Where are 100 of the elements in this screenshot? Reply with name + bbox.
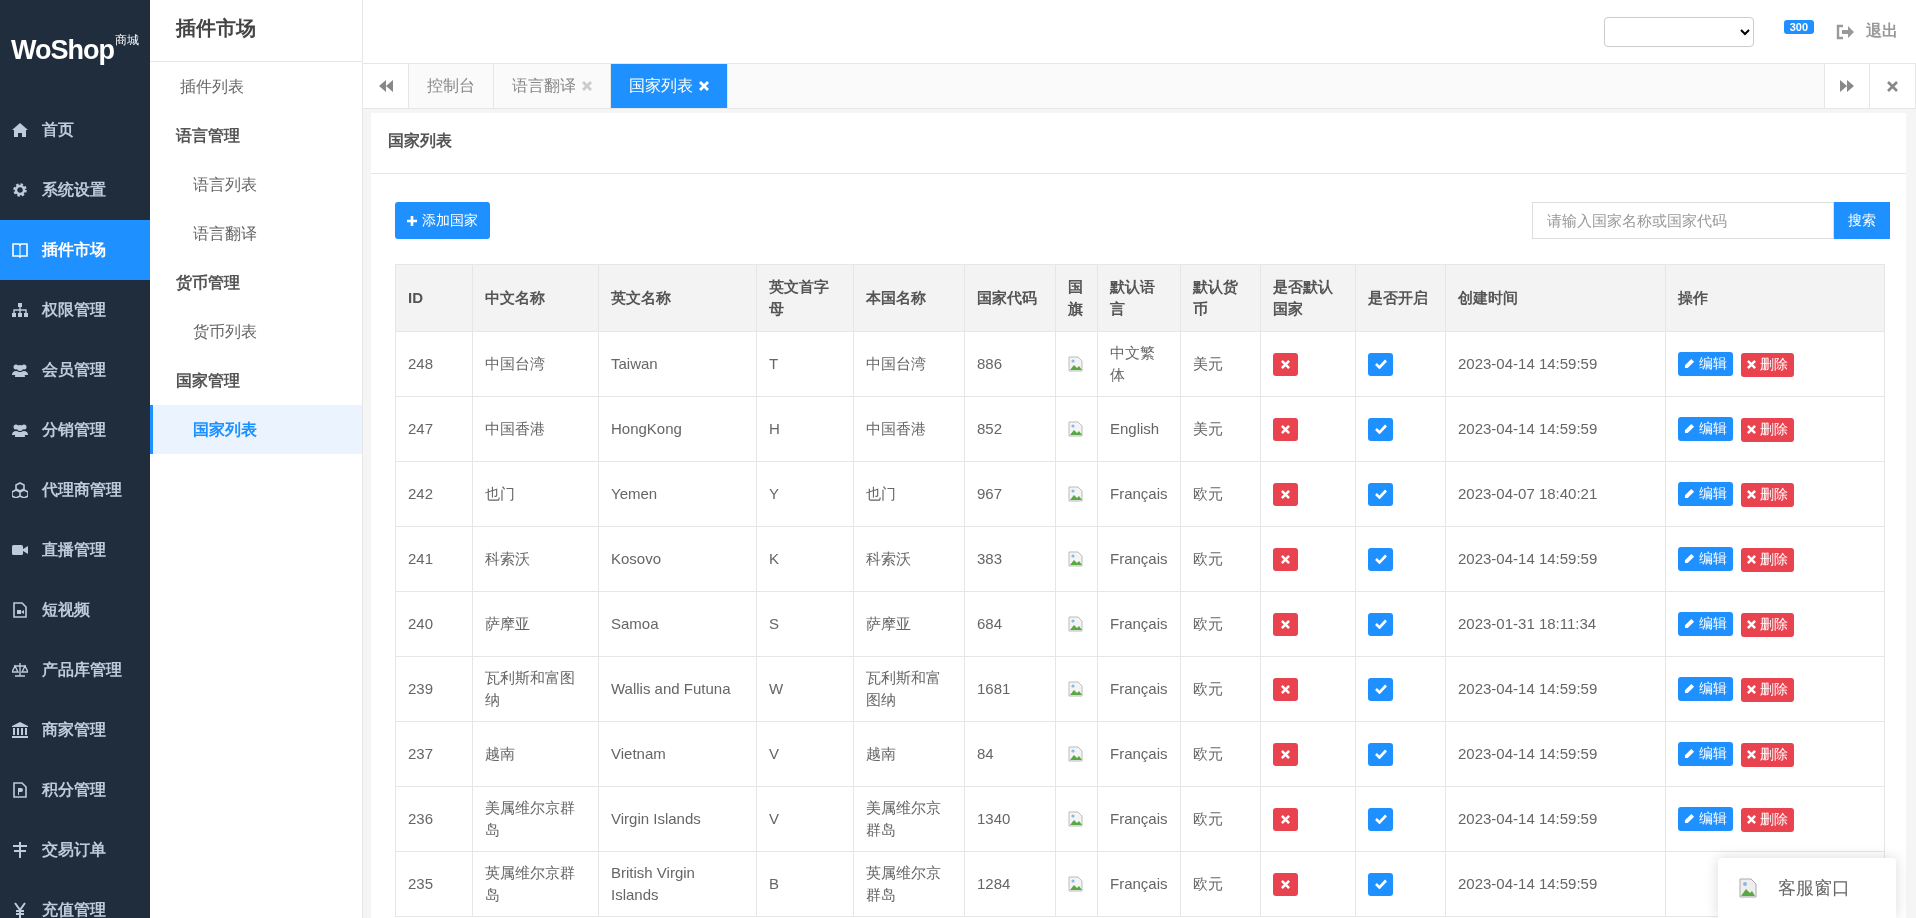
table-cell: B xyxy=(756,851,854,917)
sub-menu-item[interactable]: 语言翻译 xyxy=(150,209,362,258)
broken-image-icon xyxy=(1068,811,1084,827)
check-icon xyxy=(1374,879,1387,889)
table-cell: 2023-04-14 14:59:59 xyxy=(1445,721,1666,787)
table-cell: 欧元 xyxy=(1180,721,1261,787)
cross-toggle[interactable] xyxy=(1273,807,1298,831)
sub-menu-item[interactable]: 插件列表 xyxy=(150,62,362,111)
table-cell: 也门 xyxy=(472,461,599,527)
delete-button[interactable]: 删除 xyxy=(1741,417,1794,442)
edit-button[interactable]: 编辑 xyxy=(1678,481,1733,506)
table-cell: Français xyxy=(1097,656,1181,722)
menu-group-heading: 语言管理 xyxy=(174,126,241,146)
check-toggle[interactable] xyxy=(1368,612,1393,636)
cross-toggle[interactable] xyxy=(1273,872,1298,896)
nav-item[interactable]: 积分管理 xyxy=(0,760,150,820)
logout-link[interactable]: 退出 xyxy=(1836,21,1898,42)
table-cell: 2023-04-14 14:59:59 xyxy=(1445,331,1666,397)
table-cell: 242 xyxy=(395,461,473,527)
cross-toggle[interactable] xyxy=(1273,352,1298,376)
table-cell: 2023-04-14 14:59:59 xyxy=(1445,396,1666,462)
nav-item[interactable]: 系统设置 xyxy=(0,160,150,220)
customer-service-widget[interactable]: 客服窗口 xyxy=(1718,858,1896,918)
nav-item[interactable]: 短视频 xyxy=(0,580,150,640)
close-icon xyxy=(1747,360,1756,369)
edit-button[interactable]: 编辑 xyxy=(1678,546,1733,571)
check-toggle[interactable] xyxy=(1368,417,1393,441)
nav-item[interactable]: 代理商管理 xyxy=(0,460,150,520)
table-cell: 2023-01-31 18:11:34 xyxy=(1445,591,1666,657)
edit-button[interactable]: 编辑 xyxy=(1678,741,1733,766)
table-cell: 2023-04-07 18:40:21 xyxy=(1445,461,1666,527)
delete-button[interactable]: 删除 xyxy=(1741,352,1794,377)
home-icon xyxy=(12,122,28,138)
nav-item[interactable]: 权限管理 xyxy=(0,280,150,340)
search-button[interactable]: 搜索 xyxy=(1834,202,1890,239)
cross-toggle[interactable] xyxy=(1273,482,1298,506)
delete-button[interactable]: 删除 xyxy=(1741,677,1794,702)
document-icon xyxy=(12,782,28,798)
nav-item[interactable]: 充值管理 xyxy=(0,880,150,918)
check-toggle[interactable] xyxy=(1368,482,1393,506)
scale-icon xyxy=(12,662,28,678)
table-cell: Français xyxy=(1097,526,1181,592)
cross-toggle[interactable] xyxy=(1273,677,1298,701)
table-cell: 237 xyxy=(395,721,473,787)
users-icon xyxy=(12,422,28,438)
edit-button[interactable]: 编辑 xyxy=(1678,351,1733,376)
cross-toggle[interactable] xyxy=(1273,547,1298,571)
pencil-icon xyxy=(1684,748,1695,759)
logout-icon xyxy=(1836,23,1854,40)
close-tabs-button[interactable] xyxy=(1870,64,1916,108)
nav-item[interactable]: 产品库管理 xyxy=(0,640,150,700)
check-toggle[interactable] xyxy=(1368,872,1393,896)
table-cell: T xyxy=(756,331,854,397)
notification-badge[interactable]: 300 xyxy=(1783,19,1814,34)
check-toggle[interactable] xyxy=(1368,742,1393,766)
table-cell: S xyxy=(756,591,854,657)
delete-button[interactable]: 删除 xyxy=(1741,742,1794,767)
delete-button[interactable]: 删除 xyxy=(1741,612,1794,637)
nav-item[interactable]: 交易订单 xyxy=(0,820,150,880)
double-right-arrow-icon xyxy=(1840,80,1854,92)
delete-button[interactable]: 删除 xyxy=(1741,482,1794,507)
check-toggle[interactable] xyxy=(1368,352,1393,376)
check-icon xyxy=(1374,619,1387,629)
table-cell: V xyxy=(756,721,854,787)
nav-item[interactable]: 分销管理 xyxy=(0,400,150,460)
table-cell: 239 xyxy=(395,656,473,722)
delete-button[interactable]: 删除 xyxy=(1741,807,1794,832)
check-toggle[interactable] xyxy=(1368,677,1393,701)
scroll-left-button[interactable] xyxy=(363,64,409,108)
sub-menu-item[interactable]: 货币列表 xyxy=(150,307,362,356)
plus-icon xyxy=(407,215,417,226)
cross-toggle[interactable] xyxy=(1273,612,1298,636)
search-field[interactable]: 请输入国家名称或国家代码 xyxy=(1532,202,1834,239)
nav-item[interactable]: 商家管理 xyxy=(0,700,150,760)
check-toggle[interactable] xyxy=(1368,807,1393,831)
edit-button[interactable]: 编辑 xyxy=(1678,676,1733,701)
scroll-right-button[interactable] xyxy=(1824,64,1870,108)
sub-menu-item[interactable]: 语言列表 xyxy=(150,160,362,209)
delete-button[interactable]: 删除 xyxy=(1741,547,1794,572)
settings-icon xyxy=(12,182,28,198)
cross-toggle[interactable] xyxy=(1273,742,1298,766)
edit-button[interactable]: 编辑 xyxy=(1678,611,1733,636)
cross-toggle[interactable] xyxy=(1273,417,1298,441)
nav-item[interactable]: 会员管理 xyxy=(0,340,150,400)
broken-image-icon xyxy=(1068,876,1084,892)
add-country-button[interactable]: 添加国家 xyxy=(395,202,490,239)
tab[interactable]: 国家列表 xyxy=(611,64,728,108)
sub-menu-item[interactable]: 国家列表 xyxy=(150,405,362,454)
edit-button[interactable]: 编辑 xyxy=(1678,416,1733,441)
column-header: ID xyxy=(395,264,473,332)
table-cell: Français xyxy=(1097,591,1181,657)
table-cell: Taiwan xyxy=(598,331,757,397)
check-toggle[interactable] xyxy=(1368,547,1393,571)
nav-item[interactable]: 插件市场 xyxy=(0,220,150,280)
broken-image-icon xyxy=(1068,551,1084,567)
edit-button[interactable]: 编辑 xyxy=(1678,806,1733,831)
chat-label: 客服窗口 xyxy=(1778,877,1850,900)
check-icon xyxy=(1374,554,1387,564)
nav-item[interactable]: 首页 xyxy=(0,100,150,160)
nav-item[interactable]: 直播管理 xyxy=(0,520,150,580)
